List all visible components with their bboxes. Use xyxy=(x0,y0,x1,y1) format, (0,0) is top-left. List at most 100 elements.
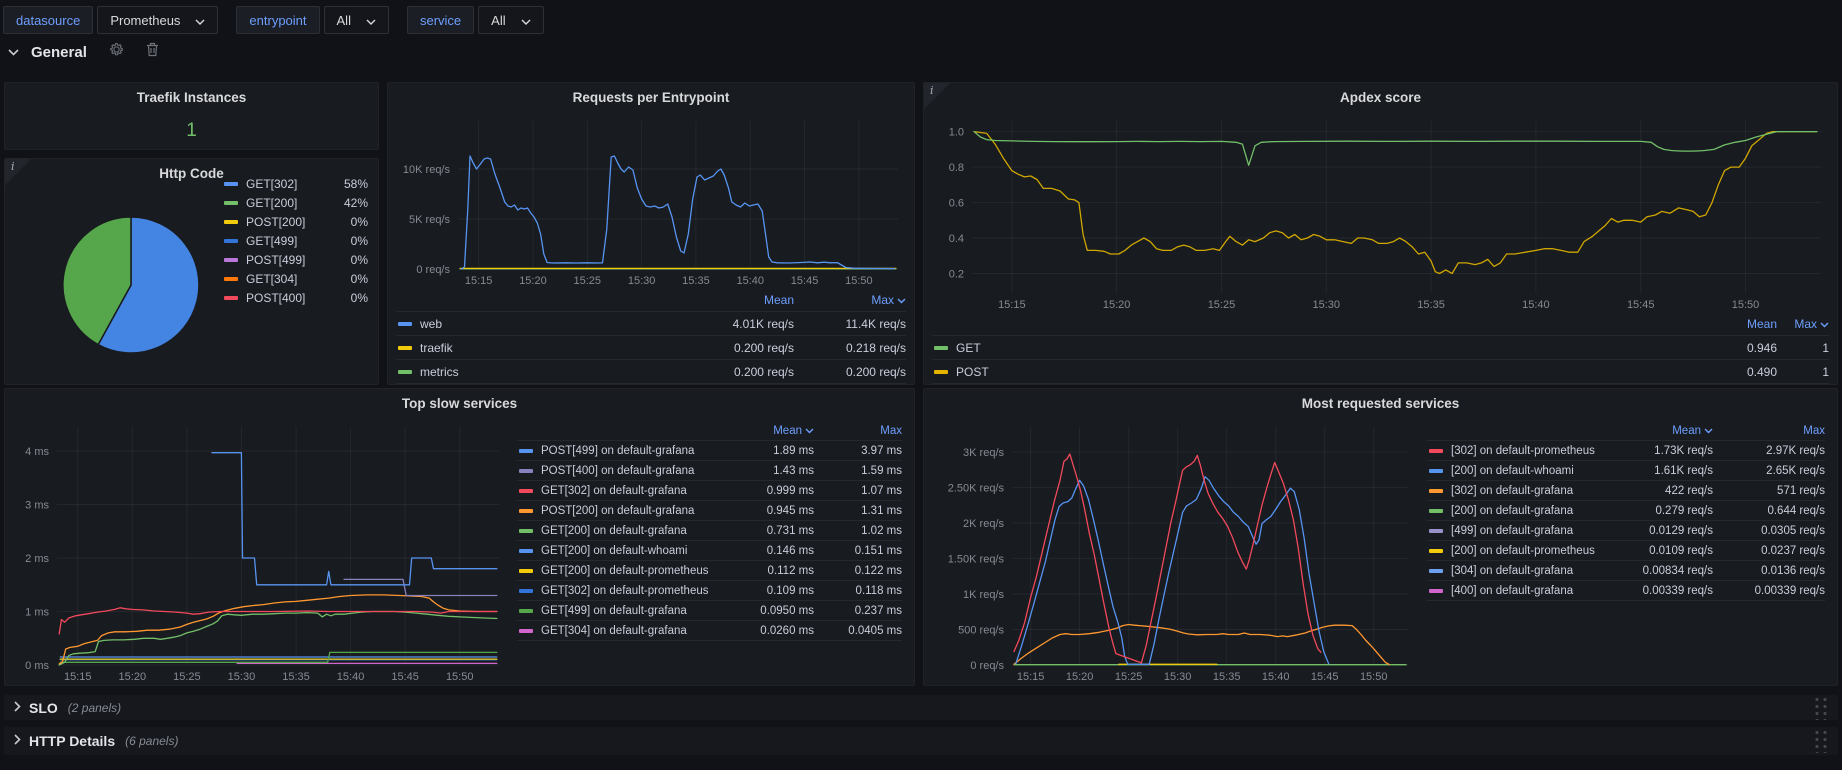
legend-row: POST[499]0% xyxy=(222,250,368,269)
svg-text:0 ms: 0 ms xyxy=(25,660,49,672)
row-slo[interactable]: SLO (2 panels) xyxy=(4,695,1838,720)
series-name[interactable]: [200] on default-prometheus xyxy=(1451,545,1608,557)
trash-icon[interactable] xyxy=(146,42,159,62)
series-max: 1 xyxy=(1777,341,1829,355)
series-name[interactable]: [200] on default-grafana xyxy=(1451,505,1608,517)
series-name[interactable]: [200] on default-whoami xyxy=(1451,465,1608,477)
apdex-chart[interactable]: 15:1515:2015:2515:3015:3515:4015:4515:50… xyxy=(932,111,1829,313)
series-swatch xyxy=(1429,469,1443,473)
series-name[interactable]: GET[304] on default-grafana xyxy=(541,625,729,637)
series-name[interactable]: [302] on default-prometheus xyxy=(1451,445,1608,457)
service-label: service xyxy=(407,6,474,34)
series-percent: 0% xyxy=(332,291,368,305)
drag-handle[interactable] xyxy=(1813,729,1828,753)
svg-text:15:50: 15:50 xyxy=(1732,299,1760,311)
series-line xyxy=(212,453,497,585)
series-name[interactable]: GET[200] on default-prometheus xyxy=(541,565,729,577)
legend-col-max[interactable]: Max xyxy=(1713,425,1825,437)
series-swatch xyxy=(519,469,533,473)
legend-row: POST[400] on default-grafana1.43 ms1.59 … xyxy=(517,460,902,480)
legend-row: [304] on default-grafana0.00834 req/s0.0… xyxy=(1427,560,1825,580)
drag-handle[interactable] xyxy=(1813,696,1828,720)
series-name[interactable]: POST[400] on default-grafana xyxy=(541,465,729,477)
series-name[interactable]: POST[499] xyxy=(246,253,332,267)
gear-icon[interactable] xyxy=(109,42,124,62)
legend-col-mean[interactable]: Mean xyxy=(684,293,794,307)
chevron-down-icon xyxy=(521,13,531,28)
series-swatch xyxy=(1429,569,1443,573)
series-mean: 1.89 ms xyxy=(729,445,814,457)
svg-text:15:45: 15:45 xyxy=(391,671,419,683)
row-general-title: General xyxy=(31,44,87,61)
svg-text:15:25: 15:25 xyxy=(1115,671,1143,683)
legend-col-max[interactable]: Max xyxy=(794,293,906,307)
svg-text:15:25: 15:25 xyxy=(173,671,201,683)
panel-traefik-instances: Traefik Instances 1 xyxy=(4,82,379,150)
series-name[interactable]: GET[499] xyxy=(246,234,332,248)
series-mean: 0.0260 ms xyxy=(729,625,814,637)
legend-row: GET[200] on default-whoami0.146 ms0.151 … xyxy=(517,540,902,560)
top-slow-chart[interactable]: 15:1515:2015:2515:3015:3515:4015:4515:50… xyxy=(13,417,507,685)
legend-row: GET[302] on default-prometheus0.109 ms0.… xyxy=(517,580,902,600)
legend-col-mean[interactable]: Mean xyxy=(1687,317,1777,331)
series-name[interactable]: GET[499] on default-grafana xyxy=(541,605,729,617)
pie-chart[interactable] xyxy=(61,215,201,360)
legend-col-max[interactable]: Max xyxy=(814,425,902,437)
service-select[interactable]: All xyxy=(478,6,543,34)
series-mean: 1.43 ms xyxy=(729,465,814,477)
series-name[interactable]: GET[200] on default-grafana xyxy=(541,525,729,537)
most-requested-chart[interactable]: 15:1515:2015:2515:3015:3515:4015:4515:50… xyxy=(932,417,1417,685)
series-name[interactable]: [400] on default-grafana xyxy=(1451,585,1608,597)
series-name[interactable]: POST[200] on default-grafana xyxy=(541,505,729,517)
series-name[interactable]: [302] on default-grafana xyxy=(1451,485,1608,497)
series-name[interactable]: [304] on default-grafana xyxy=(1451,565,1608,577)
svg-text:500 req/s: 500 req/s xyxy=(958,624,1004,636)
series-name[interactable]: POST[400] xyxy=(246,291,332,305)
panel-requests-per-entrypoint: Requests per Entrypoint 15:1515:2015:251… xyxy=(387,82,915,385)
series-percent: 0% xyxy=(332,234,368,248)
series-name[interactable]: GET xyxy=(956,341,1687,355)
panel-info-icon[interactable]: i xyxy=(924,83,950,109)
entrypoint-select[interactable]: All xyxy=(324,6,389,34)
series-name[interactable]: web xyxy=(420,317,684,331)
legend-col-mean[interactable]: Mean xyxy=(1608,425,1713,437)
legend-row: GET[499]0% xyxy=(222,231,368,250)
series-mean: 0.0109 req/s xyxy=(1608,545,1713,557)
datasource-select[interactable]: Prometheus xyxy=(97,6,218,34)
legend-col-mean[interactable]: Mean xyxy=(729,425,814,437)
series-name[interactable]: traefik xyxy=(420,341,684,355)
series-name[interactable]: POST[200] xyxy=(246,215,332,229)
series-name[interactable]: GET[302] on default-grafana xyxy=(541,485,729,497)
series-name[interactable]: GET[302] xyxy=(246,177,332,191)
series-name[interactable]: POST[499] on default-grafana xyxy=(541,445,729,457)
requests-chart[interactable]: 15:1515:2015:2515:3015:3515:4015:4515:50… xyxy=(396,111,906,289)
series-name[interactable]: GET[200] on default-whoami xyxy=(541,545,729,557)
series-name[interactable]: metrics xyxy=(420,365,684,379)
series-name[interactable]: [499] on default-grafana xyxy=(1451,525,1608,537)
svg-text:5K req/s: 5K req/s xyxy=(409,214,450,226)
series-mean: 0.146 ms xyxy=(729,545,814,557)
series-swatch xyxy=(398,346,412,350)
legend-row: POST[200]0% xyxy=(222,212,368,231)
series-name[interactable]: GET[302] on default-prometheus xyxy=(541,585,729,597)
svg-text:0 req/s: 0 req/s xyxy=(970,660,1004,672)
series-mean: 1.73K req/s xyxy=(1608,445,1713,457)
row-http-details[interactable]: HTTP Details (6 panels) xyxy=(4,727,1838,755)
panel-info-icon[interactable]: i xyxy=(5,159,31,185)
series-mean: 0.109 ms xyxy=(729,585,814,597)
top-slow-legend: MeanMax POST[499] on default-grafana1.89 … xyxy=(507,417,906,685)
series-max: 1 xyxy=(1777,365,1829,379)
series-mean: 4.01K req/s xyxy=(684,317,794,331)
legend-col-max[interactable]: Max xyxy=(1777,317,1829,331)
series-mean: 0.00339 req/s xyxy=(1608,585,1713,597)
series-max: 0.122 ms xyxy=(814,565,902,577)
row-general[interactable]: General xyxy=(8,41,159,63)
legend-row: POST[200] on default-grafana0.945 ms1.31… xyxy=(517,500,902,520)
series-max: 2.97K req/s xyxy=(1713,445,1825,457)
legend-row: GET[200] on default-prometheus0.112 ms0.… xyxy=(517,560,902,580)
series-name[interactable]: GET[304] xyxy=(246,272,332,286)
series-name[interactable]: GET[200] xyxy=(246,196,332,210)
legend-row: GET[302] on default-grafana0.999 ms1.07 … xyxy=(517,480,902,500)
series-name[interactable]: POST xyxy=(956,365,1687,379)
variable-datasource: datasource Prometheus xyxy=(3,6,218,34)
